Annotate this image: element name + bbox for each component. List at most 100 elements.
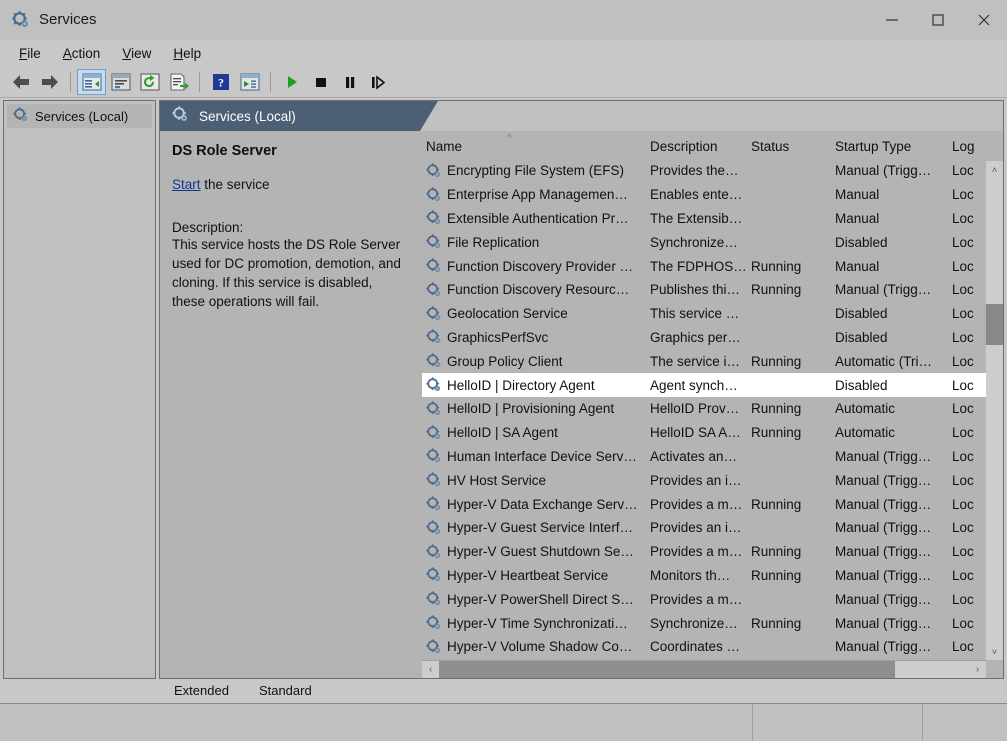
column-header-log-on-as[interactable]: Log bbox=[952, 139, 1007, 159]
horizontal-scroll-thumb[interactable] bbox=[439, 661, 895, 678]
table-row[interactable]: File Replication Synchronize… Disabled Loc bbox=[422, 230, 1003, 254]
table-row[interactable]: Hyper-V PowerShell Direct S… Provides a m… bbox=[422, 587, 1003, 611]
menu-file-label: F bbox=[19, 45, 28, 61]
vertical-scrollbar[interactable]: ˄ ˅ bbox=[986, 161, 1003, 660]
cell-startup-type: Manual bbox=[835, 258, 880, 274]
table-row[interactable]: Function Discovery Provider … The FDPHOS…… bbox=[422, 254, 1003, 278]
cell-name: Hyper-V PowerShell Direct S… bbox=[422, 591, 650, 607]
table-row[interactable]: HV Host Service Provides an i… Manual (Tri… bbox=[422, 468, 1003, 492]
cell-startup-type: Manual (Trigg… bbox=[835, 448, 932, 464]
stop-service-icon[interactable] bbox=[306, 69, 335, 95]
cell-name: File Replication bbox=[422, 234, 650, 250]
start-service-link[interactable]: Start bbox=[172, 177, 201, 192]
back-icon[interactable] bbox=[6, 69, 35, 95]
menu-action[interactable]: Action bbox=[52, 43, 112, 64]
close-button[interactable] bbox=[961, 0, 1007, 40]
table-row[interactable]: Hyper-V Volume Shadow Co… Coordinates … Ma… bbox=[422, 635, 1003, 659]
table-row[interactable]: HelloID | Directory Agent Agent synch… Dis… bbox=[422, 373, 1003, 397]
table-row[interactable]: Extensible Authentication Pr… The Extensi… bbox=[422, 207, 1003, 231]
services-gear-icon bbox=[426, 591, 442, 607]
vertical-scroll-track[interactable] bbox=[986, 178, 1003, 643]
services-gear-icon bbox=[426, 496, 442, 512]
column-header-status[interactable]: Status bbox=[751, 139, 835, 159]
cell-name: HelloID | Directory Agent bbox=[422, 377, 650, 393]
sidebar-item-label: Services (Local) bbox=[35, 108, 129, 124]
table-row[interactable]: Enterprise App Managemen… Enables ente… Ma… bbox=[422, 183, 1003, 207]
cell-description: Synchronize… bbox=[650, 615, 738, 631]
refresh-icon[interactable] bbox=[135, 69, 164, 95]
table-row[interactable]: Hyper-V Heartbeat Service Monitors th… Run… bbox=[422, 564, 1003, 588]
cell-name-label: HelloID | Provisioning Agent bbox=[447, 401, 615, 417]
table-row[interactable]: Function Discovery Resourc… Publishes thi… bbox=[422, 278, 1003, 302]
table-row[interactable]: Hyper-V Guest Service Interf… Provides an… bbox=[422, 516, 1003, 540]
scroll-up-button[interactable]: ˄ bbox=[986, 161, 1003, 178]
minimize-button[interactable] bbox=[869, 0, 915, 40]
table-row[interactable]: Group Policy Client The service i… Running… bbox=[422, 349, 1003, 373]
menu-view[interactable]: View bbox=[111, 43, 162, 64]
table-row[interactable]: Encrypting File System (EFS) Provides the… bbox=[422, 159, 1003, 183]
services-gear-icon bbox=[13, 106, 29, 126]
column-header-startup-type[interactable]: Startup Type bbox=[835, 139, 952, 159]
export-list-icon[interactable] bbox=[164, 69, 193, 95]
properties-icon[interactable] bbox=[106, 69, 135, 95]
table-row[interactable]: HelloID | SA Agent HelloID SA A… Running Au… bbox=[422, 421, 1003, 445]
tab-extended[interactable]: Extended bbox=[158, 679, 243, 701]
cell-startup-type: Manual bbox=[835, 210, 880, 226]
menu-help[interactable]: Help bbox=[162, 43, 212, 64]
services-gear-icon bbox=[426, 448, 442, 464]
table-row[interactable]: Hyper-V Time Synchronizati… Synchronize… R… bbox=[422, 611, 1003, 635]
horizontal-scrollbar[interactable]: ‹ › bbox=[422, 660, 986, 678]
toolbar: ? bbox=[0, 66, 1007, 98]
table-row[interactable]: Hyper-V Data Exchange Serv… Provides a m…… bbox=[422, 492, 1003, 516]
cell-status: Running bbox=[751, 615, 802, 631]
sidebar-item-services-local[interactable]: Services (Local) bbox=[7, 104, 152, 128]
show-hide-tree-icon[interactable] bbox=[77, 68, 106, 95]
cell-description: Graphics per… bbox=[650, 329, 741, 345]
cell-name-label: Hyper-V Guest Service Interf… bbox=[447, 520, 634, 536]
cell-name: GraphicsPerfSvc bbox=[422, 329, 650, 345]
console-window-icon[interactable] bbox=[235, 69, 264, 95]
table-row[interactable]: Geolocation Service This service … Disable… bbox=[422, 302, 1003, 326]
services-gear-icon bbox=[426, 567, 442, 583]
cell-startup-type: Manual (Trigg… bbox=[835, 567, 932, 583]
forward-icon[interactable] bbox=[35, 69, 64, 95]
cell-startup-type: Manual (Trigg… bbox=[835, 639, 932, 655]
tab-standard[interactable]: Standard bbox=[243, 679, 326, 701]
cell-startup-type: Manual (Trigg… bbox=[835, 496, 932, 512]
restart-service-icon[interactable] bbox=[364, 69, 393, 95]
services-gear-icon bbox=[426, 520, 442, 536]
column-header-name[interactable]: Name bbox=[422, 139, 650, 159]
scroll-left-button[interactable]: ‹ bbox=[422, 664, 439, 675]
cell-startup-type: Automatic (Tri… bbox=[835, 353, 933, 369]
table-row[interactable]: GraphicsPerfSvc Graphics per… Disabled Loc bbox=[422, 326, 1003, 350]
pause-service-icon[interactable] bbox=[335, 69, 364, 95]
cell-name: Hyper-V Guest Service Interf… bbox=[422, 520, 650, 536]
maximize-button[interactable] bbox=[915, 0, 961, 40]
menu-file[interactable]: File bbox=[8, 43, 52, 64]
table-row[interactable]: Hyper-V Guest Shutdown Se… Provides a m… R… bbox=[422, 540, 1003, 564]
cell-description: Synchronize… bbox=[650, 234, 738, 250]
help-icon[interactable]: ? bbox=[206, 69, 235, 95]
table-row[interactable]: HelloID | Provisioning Agent HelloID Prov… bbox=[422, 397, 1003, 421]
table-row[interactable]: Human Interface Device Serv… Activates an… bbox=[422, 445, 1003, 469]
cell-name-label: GraphicsPerfSvc bbox=[447, 329, 549, 345]
cell-name-label: HV Host Service bbox=[447, 472, 547, 488]
cell-startup-type: Manual (Trigg… bbox=[835, 472, 932, 488]
scroll-down-button[interactable]: ˅ bbox=[986, 643, 1003, 660]
status-bar-panel-2 bbox=[922, 704, 1007, 741]
cell-description: Provides a m… bbox=[650, 496, 743, 512]
start-service-icon[interactable] bbox=[277, 69, 306, 95]
cell-description: Publishes thi… bbox=[650, 282, 741, 298]
menu-action-label: A bbox=[62, 45, 72, 61]
service-action-suffix: the service bbox=[200, 177, 270, 192]
scroll-right-button[interactable]: › bbox=[969, 664, 986, 675]
cell-name-label: Hyper-V Time Synchronizati… bbox=[447, 615, 628, 631]
cell-name-label: Function Discovery Provider … bbox=[447, 258, 634, 274]
column-header-description[interactable]: Description bbox=[650, 139, 751, 159]
vertical-scroll-thumb[interactable] bbox=[986, 303, 1003, 346]
cell-description: Provides an i… bbox=[650, 520, 742, 536]
horizontal-scroll-track[interactable] bbox=[439, 661, 969, 678]
cell-name: Enterprise App Managemen… bbox=[422, 187, 650, 203]
services-gear-icon bbox=[426, 282, 442, 298]
services-gear-icon bbox=[426, 639, 442, 655]
